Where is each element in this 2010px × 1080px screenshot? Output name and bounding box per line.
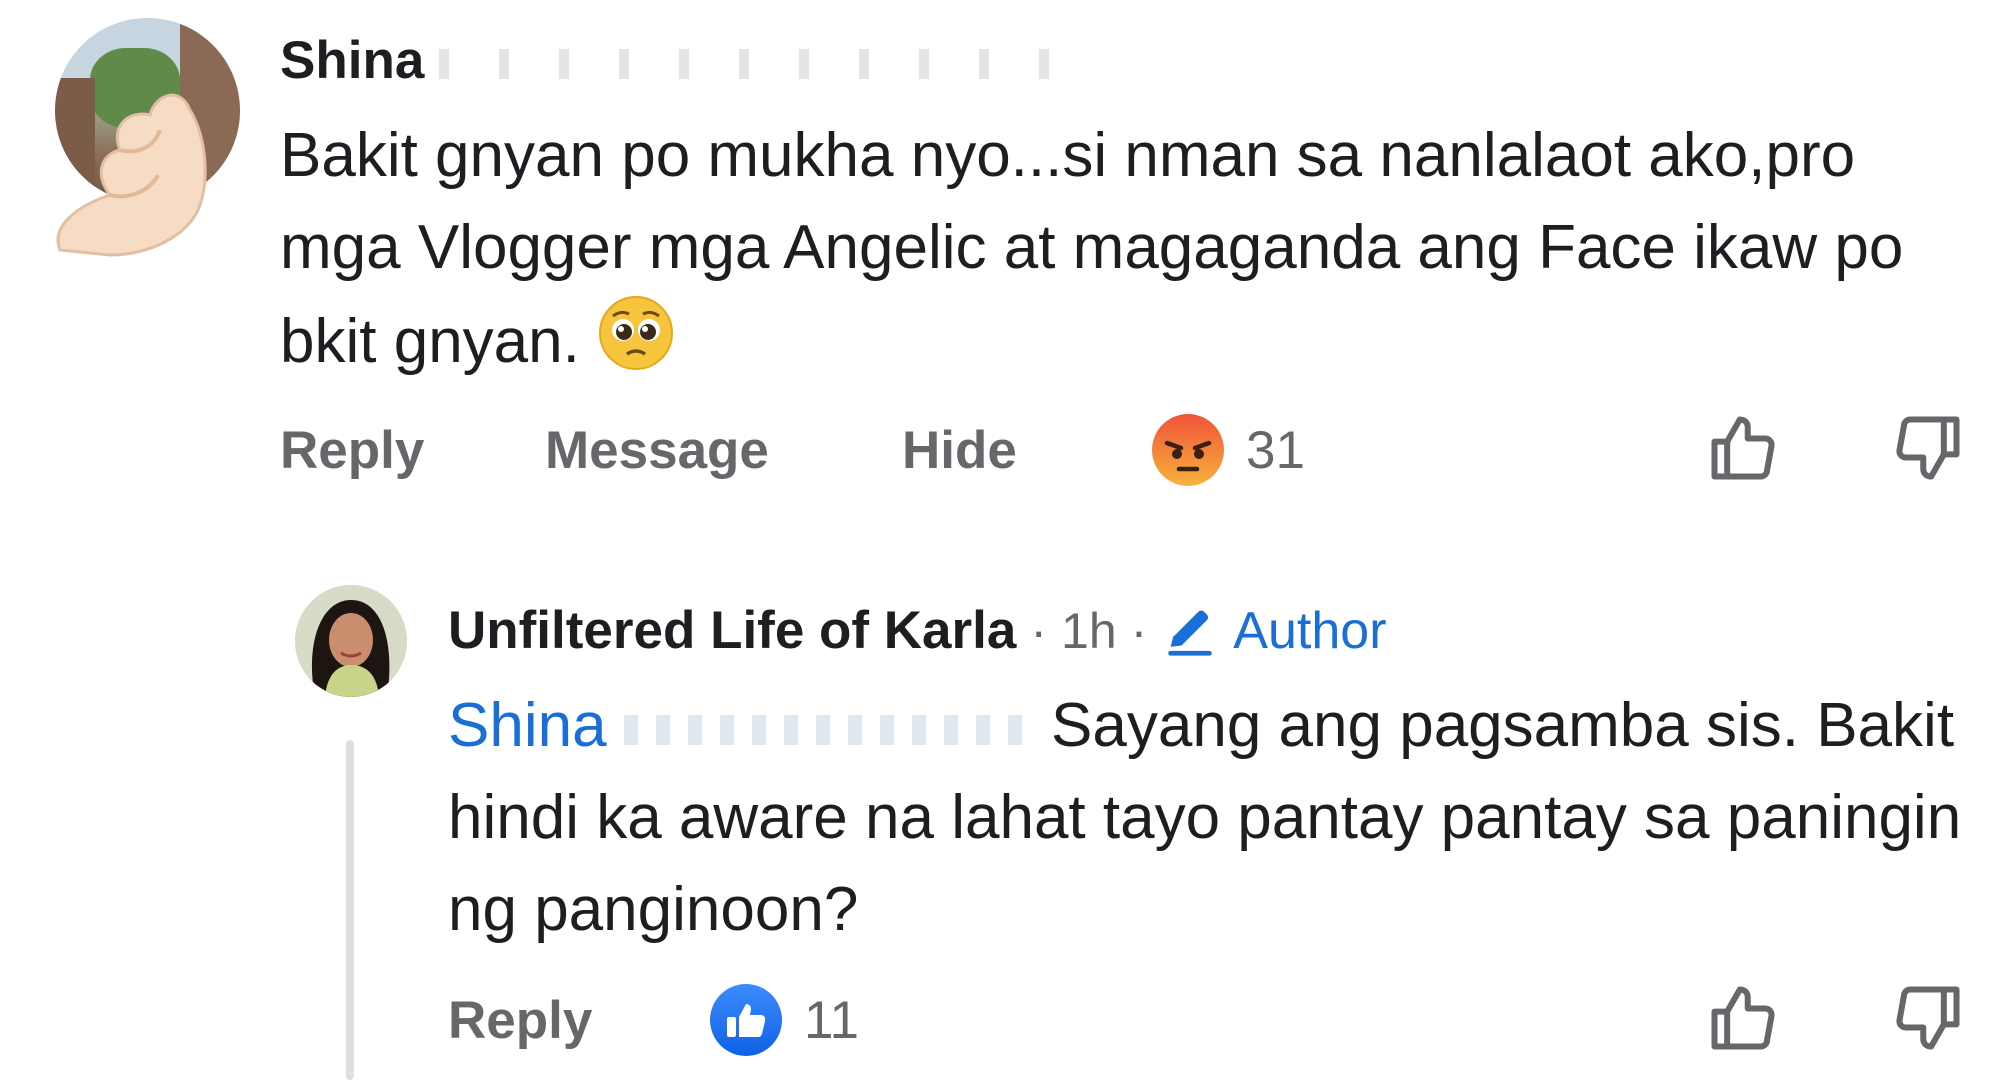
message-button[interactable]: Message bbox=[545, 420, 769, 481]
thread-connector-line bbox=[346, 740, 354, 1080]
comment-text: Bakit gnyan po mukha nyo...si nman sa na… bbox=[280, 121, 1904, 376]
reaction-summary[interactable]: 11 bbox=[708, 982, 859, 1058]
hand-gesture-avatar-overlay bbox=[40, 55, 230, 265]
reaction-summary[interactable]: 31 bbox=[1150, 412, 1305, 488]
reply-button[interactable]: Reply bbox=[280, 420, 424, 481]
upvote-icon[interactable] bbox=[1705, 980, 1781, 1056]
timestamp[interactable]: 1h bbox=[1061, 602, 1117, 660]
redacted-name bbox=[439, 49, 1060, 79]
pleading-face-emoji-icon bbox=[597, 294, 675, 372]
author-badge: Author bbox=[1233, 601, 1387, 660]
downvote-icon[interactable] bbox=[1890, 410, 1966, 486]
reply-text: Shina Sayang ang pagsamba sis. Bakit hin… bbox=[448, 691, 1962, 944]
pencil-icon bbox=[1161, 602, 1219, 660]
separator: · bbox=[1130, 602, 1148, 659]
like-reaction-icon bbox=[708, 982, 784, 1058]
reaction-count: 31 bbox=[1246, 420, 1305, 480]
reaction-count: 11 bbox=[804, 990, 860, 1050]
reply-header: Unfiltered Life of Karla · 1h · Author bbox=[448, 600, 1387, 661]
redacted-mention bbox=[623, 714, 1034, 745]
commenter-name[interactable]: Shina bbox=[280, 30, 1060, 91]
separator: · bbox=[1030, 602, 1048, 659]
author-name[interactable]: Unfiltered Life of Karla bbox=[448, 600, 1016, 661]
upvote-icon[interactable] bbox=[1705, 410, 1781, 486]
reply-button[interactable]: Reply bbox=[448, 990, 592, 1051]
author-avatar[interactable] bbox=[295, 585, 407, 697]
angry-reaction-icon bbox=[1150, 412, 1226, 488]
downvote-icon[interactable] bbox=[1890, 980, 1966, 1056]
mention-link[interactable]: Shina bbox=[448, 691, 1034, 760]
hide-button[interactable]: Hide bbox=[902, 420, 1017, 481]
